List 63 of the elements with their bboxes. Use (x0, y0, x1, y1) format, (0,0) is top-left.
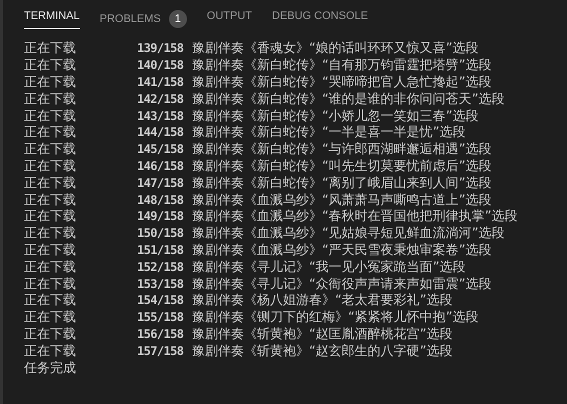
progress-counter: 152/158 (137, 260, 184, 274)
download-title: 豫剧伴奏《血溅乌纱》“严天民雪夜秉烛审案卷”选段 (192, 242, 492, 259)
progress-counter: 149/158 (137, 209, 184, 224)
progress-counter: 147/158 (137, 176, 184, 190)
panel-tab[interactable]: TERMINAL (24, 8, 80, 29)
progress-counter: 153/158 (137, 276, 184, 291)
progress-counter: 145/158 (137, 142, 184, 156)
progress-counter: 155/158 (137, 310, 184, 324)
status-text: 正在下载 (24, 141, 77, 158)
status-text: 正在下载 (24, 276, 77, 293)
download-title: 豫剧伴奏《香魂女》“娘的话叫环环又惊又喜”选段 (192, 40, 478, 58)
status-text: 正在下载 (24, 90, 77, 108)
status-text: 正在下载 (24, 242, 77, 259)
progress-counter: 140/158 (137, 58, 184, 72)
download-title: 豫剧伴奏《新白蛇传》“谁的是谁的非你问问苍天”选段 (192, 90, 504, 108)
status-text: 正在下载 (24, 57, 77, 74)
download-title: 豫剧伴奏《斩黄袍》“赵匡胤酒醉桃花宫”选段 (192, 326, 452, 343)
download-title: 豫剧伴奏《新白蛇传》“一半是喜一半是忧”选段 (192, 124, 466, 142)
progress-counter: 139/158 (137, 41, 184, 56)
panel-tab[interactable]: DEBUG CONSOLE (272, 8, 368, 29)
count-badge: 1 (168, 10, 187, 28)
status-text: 正在下载 (24, 158, 77, 175)
progress-counter: 146/158 (137, 158, 184, 173)
download-title: 豫剧伴奏《血溅乌纱》“见姑娘寻短见鲜血流淌河”选段 (192, 225, 504, 242)
status-text: 正在下载 (24, 40, 77, 58)
status-text: 正在下载 (24, 309, 77, 326)
status-text: 正在下载 (24, 174, 77, 192)
progress-counter: 143/158 (137, 108, 184, 123)
progress-counter: 156/158 (137, 326, 184, 341)
download-title: 豫剧伴奏《新白蛇传》“自有那万钧雷霆把塔劈”选段 (192, 57, 492, 74)
download-title: 豫剧伴奏《铡刀下的红梅》“紧紧将儿怀中抱”选段 (192, 309, 478, 326)
download-title: 豫剧伴奏《新白蛇传》“离别了峨眉山来到人间”选段 (192, 174, 492, 192)
status-text: 正在下载 (24, 326, 77, 343)
download-title: 豫剧伴奏《新白蛇传》“哭啼啼把官人急忙搀起”选段 (192, 74, 492, 91)
status-text: 正在下载 (24, 258, 77, 276)
download-title: 豫剧伴奏《新白蛇传》“与许郎西湖畔邂逅相遇”选段 (192, 141, 492, 158)
status-text: 正在下载 (24, 192, 77, 209)
progress-counter: 151/158 (137, 242, 184, 257)
progress-counter: 141/158 (137, 74, 184, 89)
status-text: 正在下载 (24, 124, 77, 142)
status-text: 正在下载 (24, 208, 77, 226)
progress-counter: 144/158 (137, 125, 184, 140)
download-title: 豫剧伴奏《新白蛇传》“小娇儿忽一笑如三春”选段 (192, 108, 478, 125)
download-title: 豫剧伴奏《血溅乌纱》“春秋时在晋国他把刑律执掌”选段 (192, 208, 518, 226)
progress-counter: 148/158 (137, 192, 184, 207)
download-title: 豫剧伴奏《杨八姐游春》“老太君要彩礼”选段 (192, 292, 452, 310)
panel-tab[interactable]: OUTPUT (206, 8, 252, 29)
download-title: 豫剧伴奏《新白蛇传》“叫先生切莫要忧前虑后”选段 (192, 158, 492, 175)
progress-counter: 157/158 (137, 344, 184, 358)
status-text: 正在下载 (24, 108, 77, 125)
status-text: 任务完成 (24, 360, 77, 377)
progress-counter: 142/158 (137, 92, 184, 106)
status-text: 正在下载 (24, 342, 77, 360)
download-title: 豫剧伴奏《血溅乌纱》“风萧萧马声嘶鸣古道上”选段 (192, 192, 492, 209)
progress-counter: 154/158 (137, 293, 184, 308)
status-text: 正在下载 (24, 292, 77, 310)
progress-counter: 150/158 (137, 226, 184, 240)
status-text: 正在下载 (24, 74, 77, 91)
download-title: 豫剧伴奏《寻儿记》“众衙役声声请来声如雷震”选段 (192, 276, 492, 293)
panel-tab[interactable]: PROBLEMS 1 (100, 8, 187, 35)
download-title: 豫剧伴奏《斩黄袍》“赵玄郎生的八字硬”选段 (192, 342, 452, 360)
status-text: 正在下载 (24, 225, 77, 242)
download-title: 豫剧伴奏《寻儿记》“我一见小冤家跪当面”选段 (192, 258, 466, 276)
